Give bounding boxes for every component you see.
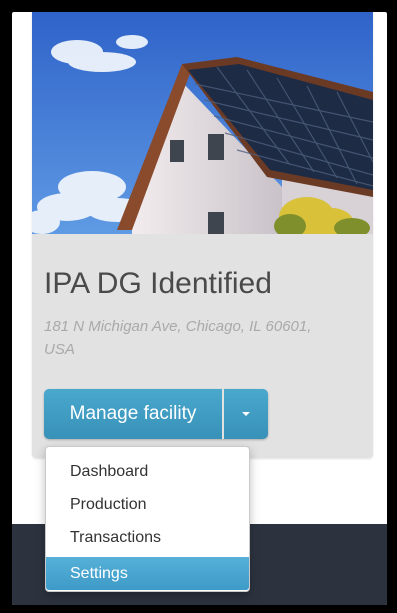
dropdown-toggle-button[interactable]	[224, 389, 268, 439]
facility-photo	[32, 12, 373, 234]
house-solar-panels-image	[32, 12, 373, 234]
menu-item-dashboard[interactable]: Dashboard	[46, 455, 249, 488]
facility-address: 181 N Michigan Ave, Chicago, IL 60601, U…	[44, 318, 312, 358]
app-frame: IPA DG Identified 181 N Michigan Ave, Ch…	[12, 12, 387, 605]
menu-item-transactions[interactable]: Transactions	[46, 521, 249, 554]
manage-facility-button[interactable]: Manage facility	[44, 389, 222, 439]
facility-card: IPA DG Identified 181 N Michigan Ave, Ch…	[32, 12, 373, 458]
menu-item-production[interactable]: Production	[46, 488, 249, 521]
facility-name: IPA DG Identified	[44, 267, 272, 300]
manage-facility-dropdown-menu: Dashboard Production Transactions Settin…	[45, 446, 250, 592]
caret-down-icon	[242, 412, 250, 416]
manage-facility-button-group: Manage facility	[44, 389, 268, 439]
menu-item-settings[interactable]: Settings	[46, 557, 249, 590]
